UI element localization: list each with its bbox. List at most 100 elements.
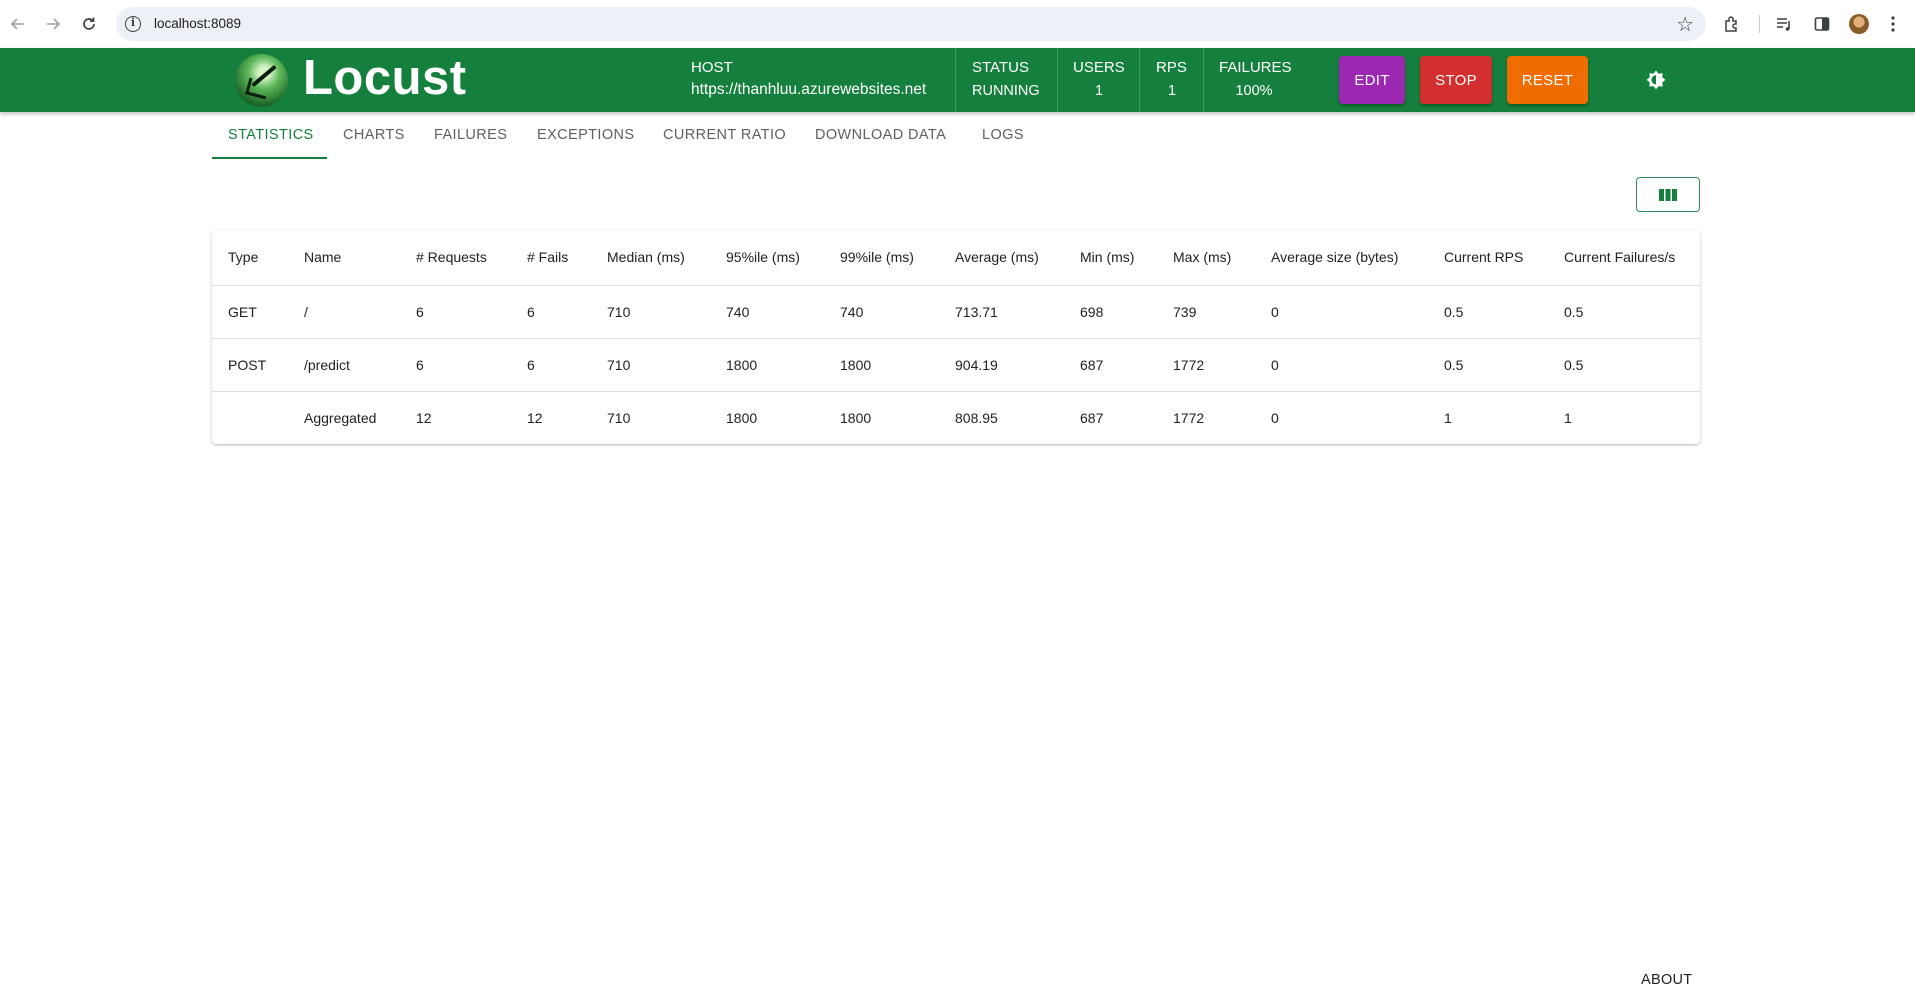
table-cell: 12: [416, 409, 432, 426]
tab-statistics[interactable]: STATISTICS: [228, 127, 314, 143]
bookmark-star-icon[interactable]: ☆: [1676, 12, 1694, 37]
table-cell: POST: [212, 338, 288, 392]
table-cell: 6: [511, 338, 591, 392]
tab-exceptions[interactable]: EXCEPTIONS: [537, 127, 634, 143]
table-cell: 1800: [710, 338, 824, 392]
theme-toggle-icon[interactable]: [1644, 69, 1668, 93]
table-row-aggregated: Aggregated 12 12 710 1800 1800 808.95 68…: [212, 391, 1700, 444]
table-row: GET / 6 6 710 740 740 713.71 698 739 0 0…: [212, 285, 1700, 339]
users-value: 1: [1095, 83, 1104, 99]
users-label: USERS: [1073, 59, 1125, 76]
forward-arrow-icon[interactable]: [41, 12, 65, 36]
rps-label: RPS: [1156, 59, 1187, 76]
active-tab-indicator: [212, 157, 327, 159]
table-cell: 1800: [824, 338, 939, 392]
address-bar[interactable]: localhost:8089 ☆: [116, 7, 1706, 41]
column-header[interactable]: Average (ms): [939, 230, 1064, 286]
table-cell: 739: [1157, 285, 1255, 339]
column-header[interactable]: 99%ile (ms): [824, 230, 939, 286]
table-cell: 710: [607, 409, 631, 426]
column-header[interactable]: Name: [288, 230, 400, 286]
table-cell: 904.19: [939, 338, 1064, 392]
users-stat: USERS 1: [1073, 48, 1125, 112]
rps-value: 1: [1168, 83, 1177, 99]
side-panel-icon[interactable]: [1810, 12, 1834, 36]
table-cell: 6: [400, 338, 511, 392]
toolbar-separator: [1759, 15, 1760, 33]
table-cell: 687: [1064, 338, 1157, 392]
rps-stat: RPS 1: [1156, 48, 1196, 112]
stop-button[interactable]: STOP: [1420, 56, 1492, 104]
locust-logo-icon: [235, 54, 288, 107]
statistics-table-card: Type Name # Requests # Fails Median (ms)…: [212, 230, 1700, 444]
table-header-row: Type Name # Requests # Fails Median (ms)…: [212, 230, 1700, 286]
column-header[interactable]: Current Failures/s: [1548, 230, 1700, 286]
site-info-icon[interactable]: [125, 16, 141, 32]
table-cell: 710: [591, 338, 710, 392]
failures-stat: FAILURES 100%: [1219, 48, 1299, 112]
column-header[interactable]: 95%ile (ms): [710, 230, 824, 286]
divider: [1057, 48, 1058, 112]
column-selector-button[interactable]: [1636, 177, 1700, 212]
table-cell: 6: [400, 285, 511, 339]
failures-value: 100%: [1235, 83, 1273, 99]
table-cell: [212, 391, 288, 444]
table-cell: 0.5: [1548, 338, 1700, 392]
table-cell: 6: [511, 285, 591, 339]
table-cell: 0: [1255, 338, 1428, 392]
table-cell: 687: [1080, 409, 1104, 426]
table-cell: Aggregated: [304, 409, 377, 426]
reload-icon[interactable]: [77, 12, 101, 36]
tab-charts[interactable]: CHARTS: [343, 127, 405, 143]
table-cell: 1800: [840, 409, 872, 426]
table-cell: 1772: [1157, 338, 1255, 392]
failures-label: FAILURES: [1219, 59, 1292, 76]
table-cell: 0.5: [1428, 338, 1548, 392]
tab-failures[interactable]: FAILURES: [434, 127, 507, 143]
tab-current-ratio[interactable]: CURRENT RATIO: [663, 127, 786, 143]
tab-download-data[interactable]: DOWNLOAD DATA: [815, 127, 946, 143]
column-header[interactable]: Min (ms): [1064, 230, 1157, 286]
table-cell: /predict: [288, 338, 400, 392]
column-header[interactable]: Current RPS: [1428, 230, 1548, 286]
column-header[interactable]: Type: [212, 230, 288, 286]
edit-button[interactable]: EDIT: [1339, 56, 1405, 104]
table-cell: 1772: [1173, 409, 1205, 426]
statistics-table: Type Name # Requests # Fails Median (ms)…: [212, 230, 1700, 444]
column-header[interactable]: Median (ms): [591, 230, 710, 286]
media-controls-icon[interactable]: [1772, 12, 1796, 36]
about-link[interactable]: ABOUT: [1641, 972, 1692, 988]
status-label: STATUS: [972, 59, 1029, 76]
table-cell: 808.95: [955, 409, 998, 426]
table-cell: /: [288, 285, 400, 339]
tab-logs[interactable]: LOGS: [982, 127, 1024, 143]
table-cell: 710: [591, 285, 710, 339]
table-cell: 0.5: [1548, 285, 1700, 339]
back-arrow-icon[interactable]: [6, 12, 30, 36]
column-header[interactable]: Max (ms): [1157, 230, 1255, 286]
brand-title: Locust: [303, 51, 467, 105]
status-value: RUNNING: [972, 83, 1040, 99]
table-cell: 1800: [726, 409, 758, 426]
column-header[interactable]: Average size (bytes): [1255, 230, 1428, 286]
reset-button[interactable]: RESET: [1507, 56, 1588, 104]
host-label: HOST: [691, 59, 733, 76]
table-cell: 0.5: [1428, 285, 1548, 339]
divider: [1139, 48, 1140, 112]
menu-dots-icon[interactable]: [1881, 12, 1905, 36]
column-header[interactable]: # Fails: [511, 230, 591, 286]
table-cell: GET: [212, 285, 288, 339]
table-cell: 698: [1064, 285, 1157, 339]
column-header[interactable]: # Requests: [400, 230, 511, 286]
browser-toolbar: localhost:8089 ☆: [0, 0, 1915, 48]
table-cell: 0: [1271, 409, 1279, 426]
table-cell: 1: [1444, 409, 1452, 426]
extensions-icon[interactable]: [1720, 12, 1744, 36]
table-cell: 0: [1255, 285, 1428, 339]
profile-avatar[interactable]: [1849, 14, 1869, 34]
url-text[interactable]: localhost:8089: [154, 16, 241, 31]
table-cell: 12: [527, 409, 543, 426]
table-cell: 740: [824, 285, 939, 339]
divider: [955, 48, 956, 112]
table-row: POST /predict 6 6 710 1800 1800 904.19 6…: [212, 338, 1700, 392]
